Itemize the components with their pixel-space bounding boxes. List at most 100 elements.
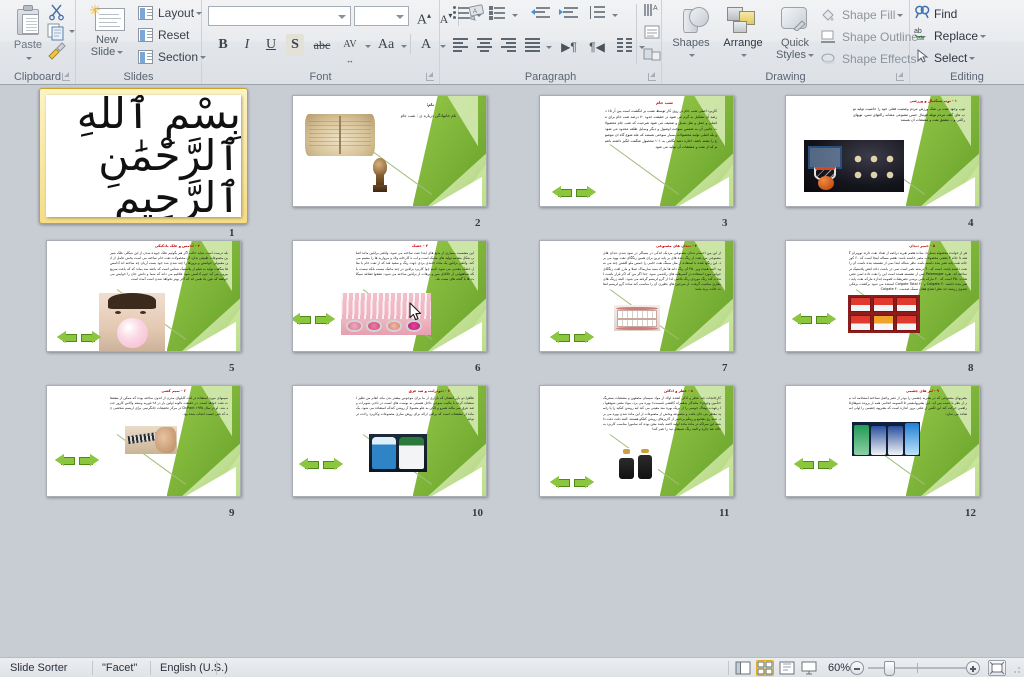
increase-indent-button[interactable] (556, 4, 578, 26)
slide-3-navigation-arrows (552, 186, 596, 198)
new-slide-button[interactable]: ✳ New Slide (81, 3, 133, 65)
zoom-out-button[interactable] (850, 661, 864, 675)
ribbon-group-editing: Find ab ac Replace Select Editing (910, 0, 1024, 84)
cut-button[interactable] (46, 2, 68, 21)
zoom-in-button[interactable] (966, 661, 980, 675)
select-button[interactable]: Select (934, 47, 976, 69)
change-case-button[interactable]: Aa (374, 34, 398, 56)
ltr-button[interactable]: ▶¶ (558, 36, 580, 58)
shape-fill-button[interactable]: Shape Fill (818, 4, 904, 26)
numbering-button[interactable] (486, 4, 508, 26)
clipboard-dialog-launcher[interactable] (62, 72, 71, 81)
arrow-left-icon (794, 458, 814, 470)
paste-dropdown-caret[interactable] (26, 57, 32, 61)
normal-view-button[interactable] (734, 660, 752, 676)
layout-icon (138, 6, 153, 20)
numbering-caret[interactable] (512, 14, 518, 17)
underline-button[interactable]: U (262, 34, 280, 56)
text-direction-button[interactable]: A (640, 2, 664, 24)
arrow-left-icon (550, 331, 570, 343)
bold-button[interactable]: B (214, 34, 232, 56)
slide-sorter-view-button[interactable] (756, 660, 774, 676)
language-label[interactable]: English (U.S.) (150, 658, 238, 677)
convert-to-smartart-button[interactable] (640, 46, 664, 68)
font-size-combobox[interactable] (354, 6, 409, 26)
slide-sorter-canvas[interactable]: بِسْمِ ٱللَّٰهِ ٱلرَّحْمَٰنِ ٱلرَّحِيمِ … (0, 85, 1024, 657)
zoom-slider-thumb[interactable] (884, 661, 895, 676)
strikethrough-button[interactable]: abc (310, 34, 334, 56)
center-button[interactable] (474, 36, 496, 58)
line-spacing-caret[interactable] (612, 14, 618, 17)
justify-button[interactable] (522, 36, 544, 58)
section-icon (138, 50, 153, 64)
slide-2-title: نام: (426, 102, 434, 107)
reading-view-button[interactable] (778, 660, 796, 676)
status-separator-4 (728, 661, 729, 675)
slide-12-title: ۹ - لنز های چشمی (905, 389, 939, 393)
find-button[interactable]: Find (934, 3, 957, 25)
font-name-combobox[interactable] (208, 6, 351, 26)
bullets-caret[interactable] (476, 14, 482, 17)
shape-fill-label: Shape Fill (842, 8, 896, 22)
bullets-button[interactable] (450, 4, 472, 26)
slide-number-8: 8 (968, 362, 974, 374)
theme-name-label[interactable]: "Facet" (92, 658, 147, 677)
align-text-button[interactable] (640, 24, 664, 46)
arrow-right-icon (818, 458, 838, 470)
drawing-dialog-launcher[interactable] (896, 72, 905, 81)
line-spacing-icon (589, 6, 606, 19)
shape-effects-button[interactable]: Shape Effects (818, 48, 925, 70)
character-spacing-caret[interactable] (365, 45, 371, 48)
quick-styles-button[interactable]: Quick Styles (770, 3, 820, 65)
new-slide-label-2: Slide (81, 46, 133, 58)
font-dialog-launcher[interactable] (426, 72, 435, 81)
ribbon-group-clipboard: Paste Clipboard (0, 0, 76, 84)
align-left-button[interactable] (450, 36, 472, 58)
resize-grip[interactable] (1010, 663, 1022, 675)
arrow-left-icon (299, 458, 319, 470)
shape-outline-icon (820, 29, 837, 45)
font-size-caret[interactable] (396, 15, 404, 19)
shapes-button[interactable]: Shapes (666, 3, 716, 65)
dentures-image (614, 305, 660, 331)
align-right-button[interactable] (498, 36, 520, 58)
fit-to-window-button[interactable] (988, 660, 1006, 676)
character-spacing-button[interactable]: AV ↔ (338, 32, 362, 65)
slide-6-title: ۳ - خشک (411, 244, 428, 248)
arrow-right-icon (79, 454, 99, 466)
justify-caret[interactable] (546, 46, 552, 49)
font-group-label: Font (309, 71, 332, 83)
text-shadow-button[interactable]: S (286, 34, 304, 56)
grow-font-button[interactable]: A▴ (414, 5, 434, 28)
slide-show-view-button[interactable] (800, 660, 818, 676)
slide-8-navigation-arrows (792, 313, 836, 325)
paste-button[interactable]: Paste (6, 3, 50, 65)
replace-button[interactable]: Replace (934, 25, 987, 47)
italic-button[interactable]: I (238, 34, 256, 56)
new-slide-label-1: New (95, 34, 118, 46)
font-color-button[interactable]: A (416, 34, 436, 56)
reset-button[interactable]: Reset (136, 25, 189, 45)
section-button[interactable]: Section (136, 47, 207, 67)
deodorant-image (369, 434, 427, 472)
slide-9-body: سیمهای مورد استفاده در لنت کابلهای مدرن … (110, 396, 228, 416)
arrange-button[interactable]: Arrange (718, 3, 768, 65)
paste-icon (13, 5, 43, 37)
change-case-caret[interactable] (401, 45, 407, 48)
copy-dropdown-caret[interactable] (69, 30, 75, 33)
align-left-icon (452, 38, 470, 52)
slide-number-6: 6 (475, 362, 481, 374)
paragraph-dialog-launcher[interactable] (648, 72, 657, 81)
slide-9-canvas: ۶ - سیم کشی سیمهای مورد استفاده در لنت ک… (46, 385, 241, 497)
view-mode-label: Slide Sorter (10, 662, 68, 674)
rtl-button[interactable]: ¶◀ (586, 36, 608, 58)
format-painter-button[interactable] (46, 42, 68, 61)
arrow-right-icon (574, 331, 594, 343)
line-spacing-button[interactable] (586, 4, 608, 26)
copy-button[interactable] (46, 22, 75, 41)
slide-4-body: توپ وجود نفت بی شک ورزش مردم وضعیت فعلی … (853, 107, 965, 122)
layout-button[interactable]: Layout (136, 3, 203, 23)
columns-button[interactable] (614, 36, 636, 58)
decrease-indent-button[interactable] (528, 4, 550, 26)
font-name-caret[interactable] (338, 15, 346, 19)
